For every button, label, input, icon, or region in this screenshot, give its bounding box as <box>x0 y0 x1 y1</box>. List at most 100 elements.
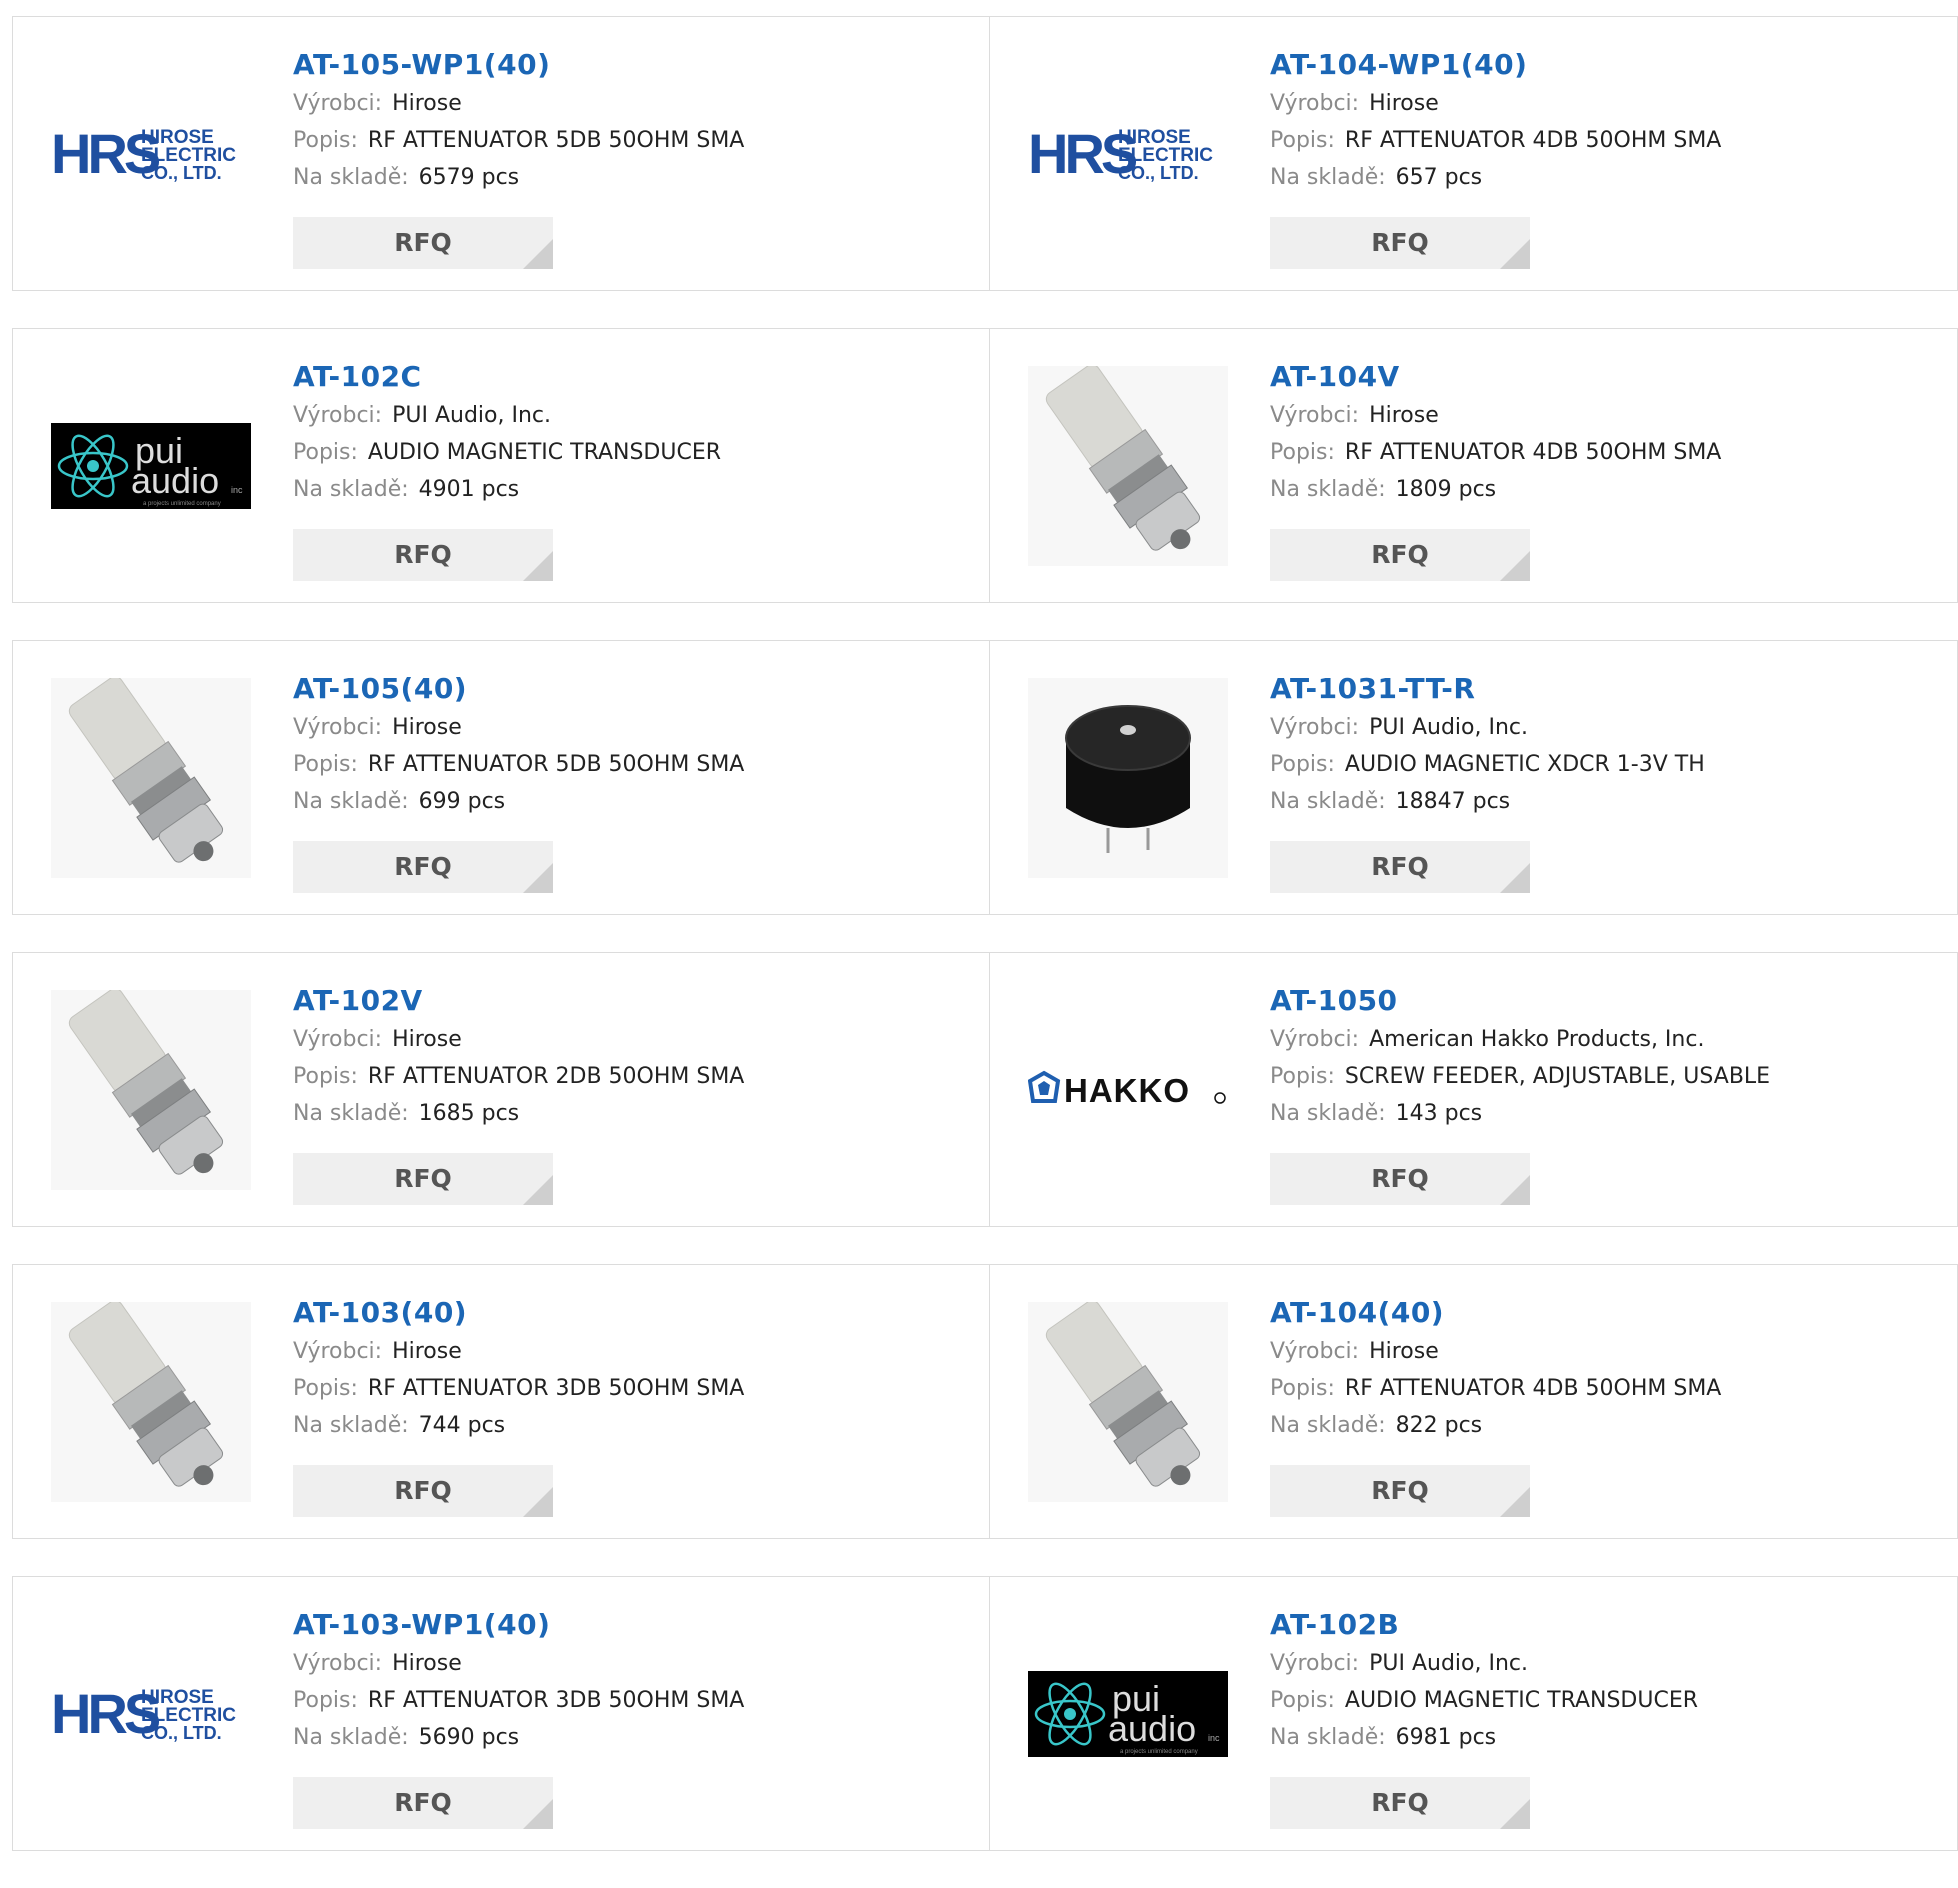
manufacturer-label: Výrobci: <box>1270 91 1360 116</box>
product-title-link[interactable]: AT-104(40) <box>1270 1293 1721 1333</box>
description-value: RF ATTENUATOR 4DB 50OHM SMA <box>1344 440 1722 465</box>
magnetic-buzzer-photo <box>1028 678 1228 878</box>
svg-text:CO., LTD.: CO., LTD. <box>141 1723 222 1743</box>
stock-row: Na skladě: 657 pcs <box>1270 159 1721 196</box>
rfq-button[interactable]: RFQ <box>1270 1465 1530 1517</box>
rfq-button[interactable]: RFQ <box>1270 217 1530 269</box>
manufacturer-row: Výrobci: Hirose <box>293 709 744 746</box>
rfq-button[interactable]: RFQ <box>293 1777 553 1829</box>
rfq-button-label: RFQ <box>394 1476 452 1505</box>
product-title-link[interactable]: AT-102V <box>293 981 744 1021</box>
rfq-button[interactable]: RFQ <box>1270 529 1530 581</box>
description-value: RF ATTENUATOR 5DB 50OHM SMA <box>367 128 745 153</box>
product-title-link[interactable]: AT-102C <box>293 357 721 397</box>
rfq-button[interactable]: RFQ <box>1270 1777 1530 1829</box>
manufacturer-label: Výrobci: <box>1270 1651 1360 1676</box>
stock-label: Na skladě: <box>293 789 409 814</box>
product-image[interactable]: HRS HIROSE ELECTRIC CO., LTD. <box>1028 54 1228 254</box>
stock-label: Na skladě: <box>1270 1101 1386 1126</box>
product-title-link[interactable]: AT-104-WP1(40) <box>1270 45 1721 85</box>
hakko-logo: HAKKO <box>1028 1070 1226 1109</box>
product-title-link[interactable]: AT-1031-TT-R <box>1270 669 1705 709</box>
product-card: HAKKO AT-1050 Výrobci: American Hakko Prod… <box>990 952 1958 1227</box>
manufacturer-value: Hirose <box>392 715 462 740</box>
product-info: AT-105(40) Výrobci: Hirose Popis: RF ATTENUA… <box>293 669 744 820</box>
rfq-button-label: RFQ <box>1371 540 1429 569</box>
manufacturer-value: Hirose <box>1369 403 1439 428</box>
rfq-button[interactable]: RFQ <box>1270 1153 1530 1205</box>
rfq-button[interactable]: RFQ <box>293 1465 553 1517</box>
product-image[interactable] <box>51 678 251 878</box>
rfq-button[interactable]: RFQ <box>293 1153 553 1205</box>
product-image[interactable] <box>1028 366 1228 566</box>
product-image[interactable]: HRS HIROSE ELECTRIC CO., LTD. <box>51 1614 251 1814</box>
rfq-button[interactable]: RFQ <box>293 841 553 893</box>
product-image[interactable]: pui audio inc a projects unlimited compa… <box>1028 1614 1228 1814</box>
product-card: HRS HIROSE ELECTRIC CO., LTD. AT-105-WP1… <box>12 16 990 291</box>
stock-label: Na skladě: <box>1270 789 1386 814</box>
stock-row: Na skladě: 143 pcs <box>1270 1095 1770 1132</box>
rfq-corner-decoration <box>523 1487 553 1517</box>
product-image[interactable]: HAKKO <box>1028 990 1228 1190</box>
manufacturer-row: Výrobci: PUI Audio, Inc. <box>1270 1645 1698 1682</box>
manufacturer-row: Výrobci: Hirose <box>1270 397 1721 434</box>
manufacturer-value: American Hakko Products, Inc. <box>1369 1027 1705 1052</box>
product-title-link[interactable]: AT-105-WP1(40) <box>293 45 744 85</box>
stock-value: 6579 pcs <box>418 165 520 190</box>
product-info: AT-1031-TT-R Výrobci: PUI Audio, Inc. Popis… <box>1270 669 1705 820</box>
description-label: Popis: <box>293 1376 358 1401</box>
product-image[interactable]: HRS HIROSE ELECTRIC CO., LTD. <box>51 54 251 254</box>
description-label: Popis: <box>293 440 358 465</box>
product-card: AT-103(40) Výrobci: Hirose Popis: RF ATTENUA… <box>12 1264 990 1539</box>
product-title-link[interactable]: AT-104V <box>1270 357 1721 397</box>
description-label: Popis: <box>1270 440 1335 465</box>
svg-text:a projects unlimited company: a projects unlimited company <box>143 501 221 507</box>
rfq-button-label: RFQ <box>394 540 452 569</box>
description-row: Popis: AUDIO MAGNETIC TRANSDUCER <box>1270 1682 1698 1719</box>
rfq-corner-decoration <box>523 551 553 581</box>
product-title-link[interactable]: AT-1050 <box>1270 981 1770 1021</box>
stock-row: Na skladě: 6981 pcs <box>1270 1719 1698 1756</box>
rfq-button[interactable]: RFQ <box>1270 841 1530 893</box>
manufacturer-value: PUI Audio, Inc. <box>1369 715 1528 740</box>
product-title-link[interactable]: AT-103(40) <box>293 1293 744 1333</box>
description-label: Popis: <box>1270 1688 1335 1713</box>
description-value: RF ATTENUATOR 2DB 50OHM SMA <box>367 1064 745 1089</box>
description-row: Popis: RF ATTENUATOR 5DB 50OHM SMA <box>293 746 744 783</box>
stock-row: Na skladě: 822 pcs <box>1270 1407 1721 1444</box>
product-image[interactable] <box>51 990 251 1190</box>
description-value: AUDIO MAGNETIC TRANSDUCER <box>1344 1688 1699 1713</box>
product-title-link[interactable]: AT-102B <box>1270 1605 1698 1645</box>
product-title-link[interactable]: AT-105(40) <box>293 669 744 709</box>
manufacturer-value: Hirose <box>392 91 462 116</box>
manufacturer-value: Hirose <box>392 1339 462 1364</box>
stock-value: 143 pcs <box>1395 1101 1483 1126</box>
rfq-button[interactable]: RFQ <box>293 529 553 581</box>
svg-text:CO., LTD.: CO., LTD. <box>141 163 222 183</box>
manufacturer-label: Výrobci: <box>293 91 383 116</box>
product-image[interactable]: pui audio inc a projects unlimited compa… <box>51 366 251 566</box>
product-info: AT-103(40) Výrobci: Hirose Popis: RF ATTENUA… <box>293 1293 744 1444</box>
product-image[interactable] <box>1028 678 1228 878</box>
product-info: AT-102V Výrobci: Hirose Popis: RF ATTENUATOR… <box>293 981 744 1132</box>
product-image[interactable] <box>51 1302 251 1502</box>
stock-row: Na skladě: 1809 pcs <box>1270 471 1721 508</box>
description-value: RF ATTENUATOR 3DB 50OHM SMA <box>367 1688 745 1713</box>
description-value: AUDIO MAGNETIC XDCR 1-3V TH <box>1344 752 1705 777</box>
svg-text:inc: inc <box>231 485 243 495</box>
product-image[interactable] <box>1028 1302 1228 1502</box>
rf-attenuator-photo <box>51 990 251 1190</box>
rfq-button[interactable]: RFQ <box>293 217 553 269</box>
product-title-link[interactable]: AT-103-WP1(40) <box>293 1605 744 1645</box>
description-row: Popis: RF ATTENUATOR 2DB 50OHM SMA <box>293 1058 744 1095</box>
manufacturer-value: Hirose <box>392 1651 462 1676</box>
rfq-corner-decoration <box>1500 239 1530 269</box>
stock-label: Na skladě: <box>1270 477 1386 502</box>
product-card: pui audio inc a projects unlimited compa… <box>990 1576 1958 1851</box>
stock-value: 6981 pcs <box>1395 1725 1497 1750</box>
product-row: AT-102V Výrobci: Hirose Popis: RF ATTENUATOR… <box>12 952 1958 1227</box>
description-row: Popis: AUDIO MAGNETIC XDCR 1-3V TH <box>1270 746 1705 783</box>
rfq-button-label: RFQ <box>1371 1788 1429 1817</box>
stock-row: Na skladě: 4901 pcs <box>293 471 721 508</box>
manufacturer-row: Výrobci: Hirose <box>1270 1333 1721 1370</box>
